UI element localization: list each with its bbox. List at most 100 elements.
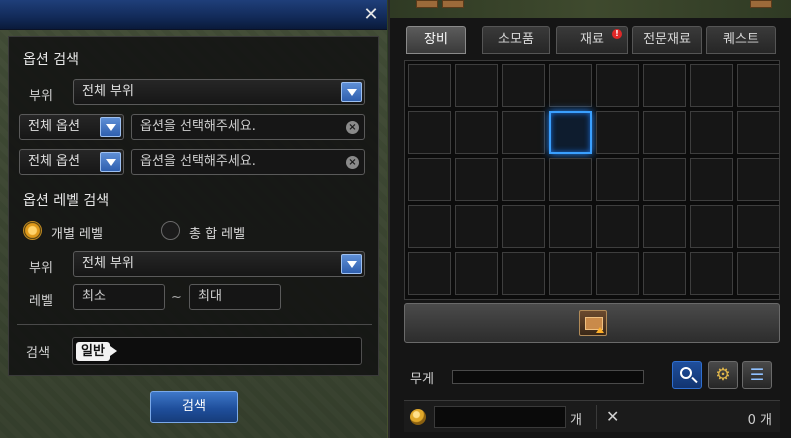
inventory-slot-selected[interactable]: [549, 111, 592, 154]
inventory-slot[interactable]: [737, 252, 780, 295]
tab-materials[interactable]: 재료 !: [556, 26, 628, 54]
inventory-slot[interactable]: [690, 64, 733, 107]
inventory-slot[interactable]: [408, 64, 451, 107]
tab-quest[interactable]: 퀘스트: [706, 26, 776, 54]
option-type-value-1: 전체 옵션: [28, 119, 80, 134]
inventory-slot[interactable]: [549, 205, 592, 248]
radio-total-level[interactable]: [161, 221, 180, 240]
bar-divider: [596, 405, 597, 429]
gold-amount-field: [434, 406, 566, 428]
option-type-select-2[interactable]: 전체 옵션: [19, 149, 124, 175]
part-select[interactable]: 전체 부위: [73, 79, 365, 105]
inventory-slot[interactable]: [502, 205, 545, 248]
inventory-window: 장비 소모품 재료 ! 전문재료 퀘스트 무게 ⚙ ☰ 개 ✕ 0 개: [388, 0, 791, 438]
chevron-down-icon[interactable]: [100, 117, 121, 137]
item-thumb-icon[interactable]: [416, 0, 438, 8]
settings-button[interactable]: ⚙: [708, 361, 738, 389]
list-icon: ☰: [749, 365, 765, 384]
inventory-slot[interactable]: [596, 64, 639, 107]
option-type-value-2: 전체 옵션: [28, 154, 80, 169]
inventory-slot[interactable]: [455, 158, 498, 201]
list-view-button[interactable]: ☰: [742, 361, 772, 389]
inventory-slot[interactable]: [549, 252, 592, 295]
level-min-input[interactable]: 최소: [73, 284, 165, 310]
item-thumb-icon[interactable]: [442, 0, 464, 8]
alert-icon: !: [612, 29, 622, 39]
inventory-slot[interactable]: [643, 252, 686, 295]
level-max-input[interactable]: 최대: [189, 284, 281, 310]
inventory-slot[interactable]: [737, 158, 780, 201]
chevron-down-icon[interactable]: [341, 254, 362, 274]
inventory-slot[interactable]: [408, 252, 451, 295]
inventory-slot[interactable]: [643, 111, 686, 154]
weight-label: 무게: [410, 372, 434, 387]
inventory-grid: [404, 60, 780, 300]
inventory-slot[interactable]: [643, 64, 686, 107]
inventory-slot[interactable]: [596, 252, 639, 295]
level-label: 레벨: [29, 294, 53, 309]
radio-total-label: 총 합 레벨: [189, 227, 246, 242]
option-input-2-placeholder: 옵션을 선택해주세요.: [140, 154, 256, 169]
inventory-slot[interactable]: [455, 64, 498, 107]
inventory-slot[interactable]: [690, 252, 733, 295]
inventory-search-button[interactable]: [672, 361, 702, 389]
inventory-slot[interactable]: [643, 158, 686, 201]
gear-icon: ⚙: [715, 365, 731, 385]
inventory-slot[interactable]: [408, 158, 451, 201]
inventory-slot[interactable]: [596, 111, 639, 154]
part-label-2: 부위: [29, 261, 53, 276]
inventory-slot[interactable]: [596, 205, 639, 248]
inventory-slot[interactable]: [596, 158, 639, 201]
inventory-slot[interactable]: [502, 158, 545, 201]
inventory-slot[interactable]: [455, 111, 498, 154]
search-form: 옵션 검색 부위 전체 부위 전체 옵션 옵션을 선택해주세요. × 전체 옵션…: [8, 36, 379, 376]
inventory-slot[interactable]: [737, 205, 780, 248]
inventory-slot[interactable]: [690, 111, 733, 154]
item-thumb-icon[interactable]: [750, 0, 772, 8]
option-type-select-1[interactable]: 전체 옵션: [19, 114, 124, 140]
inventory-slot[interactable]: [455, 252, 498, 295]
weight-bar: [452, 370, 644, 384]
radio-individual-level[interactable]: [23, 221, 42, 240]
inventory-slot[interactable]: [690, 205, 733, 248]
search-type-tag[interactable]: 일반: [76, 342, 117, 361]
level-search-title: 옵션 레벨 검색: [23, 193, 110, 209]
chevron-down-icon[interactable]: [341, 82, 362, 102]
inventory-slot[interactable]: [643, 205, 686, 248]
option-input-1[interactable]: 옵션을 선택해주세요. ×: [131, 114, 365, 140]
level-max-placeholder: 최대: [198, 289, 222, 304]
inventory-slot[interactable]: [737, 111, 780, 154]
clear-icon[interactable]: ×: [346, 121, 359, 134]
search-button[interactable]: 검색: [150, 391, 238, 423]
option-input-2[interactable]: 옵션을 선택해주세요. ×: [131, 149, 365, 175]
inventory-slot[interactable]: [455, 205, 498, 248]
close-icon[interactable]: ✕: [361, 5, 381, 25]
inventory-slot[interactable]: [408, 111, 451, 154]
level-part-select[interactable]: 전체 부위: [73, 251, 365, 277]
search-label: 검색: [26, 346, 50, 361]
chevron-down-icon[interactable]: [100, 152, 121, 172]
expand-inventory-button[interactable]: [404, 303, 780, 343]
coin-icon: [410, 409, 426, 425]
inventory-slot[interactable]: [737, 64, 780, 107]
tab-consumables[interactable]: 소모품: [482, 26, 550, 54]
top-strip: [390, 0, 791, 18]
inventory-slot[interactable]: [549, 158, 592, 201]
inventory-slot[interactable]: [502, 111, 545, 154]
inventory-slot[interactable]: [690, 158, 733, 201]
currency-bar: 개 ✕ 0 개: [404, 400, 780, 432]
expand-inventory-icon: [579, 310, 607, 336]
inventory-slot[interactable]: [408, 205, 451, 248]
clear-icon[interactable]: ×: [346, 156, 359, 169]
inventory-slot[interactable]: [502, 252, 545, 295]
tab-materials-label: 재료: [580, 32, 604, 47]
option-search-title: 옵션 검색: [23, 52, 79, 68]
inventory-slot[interactable]: [549, 64, 592, 107]
tab-special-materials[interactable]: 전문재료: [632, 26, 702, 54]
search-input[interactable]: 일반: [72, 337, 362, 365]
window-titlebar[interactable]: ✕: [0, 0, 387, 30]
inventory-slot[interactable]: [502, 64, 545, 107]
gold-unit: 개: [570, 413, 582, 428]
part-label: 부위: [29, 89, 53, 104]
tab-equipment[interactable]: 장비: [406, 26, 466, 54]
